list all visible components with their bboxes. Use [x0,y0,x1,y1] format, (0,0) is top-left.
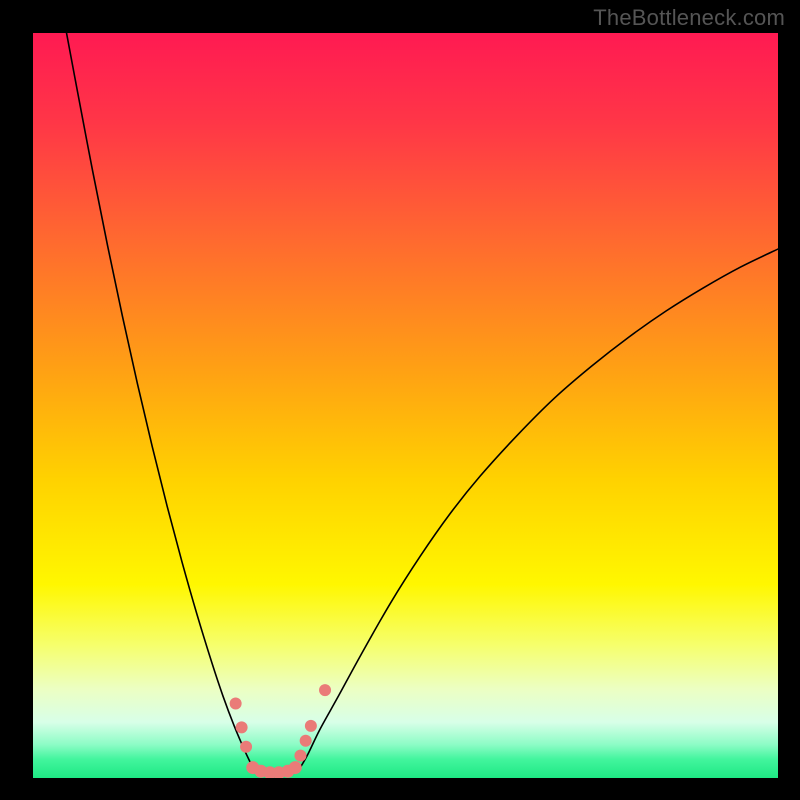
marker-dot [294,750,306,762]
marker-dot [300,735,312,747]
marker-dot [236,721,248,733]
marker-dot [240,741,252,753]
watermark-label: TheBottleneck.com [593,5,785,31]
plot-area [33,33,778,778]
marker-dot [230,698,242,710]
marker-dot [289,761,302,774]
marker-dot [305,720,317,732]
marker-dot [319,684,331,696]
gradient-background [33,33,778,778]
chart-svg [33,33,778,778]
chart-frame: TheBottleneck.com [0,0,800,800]
